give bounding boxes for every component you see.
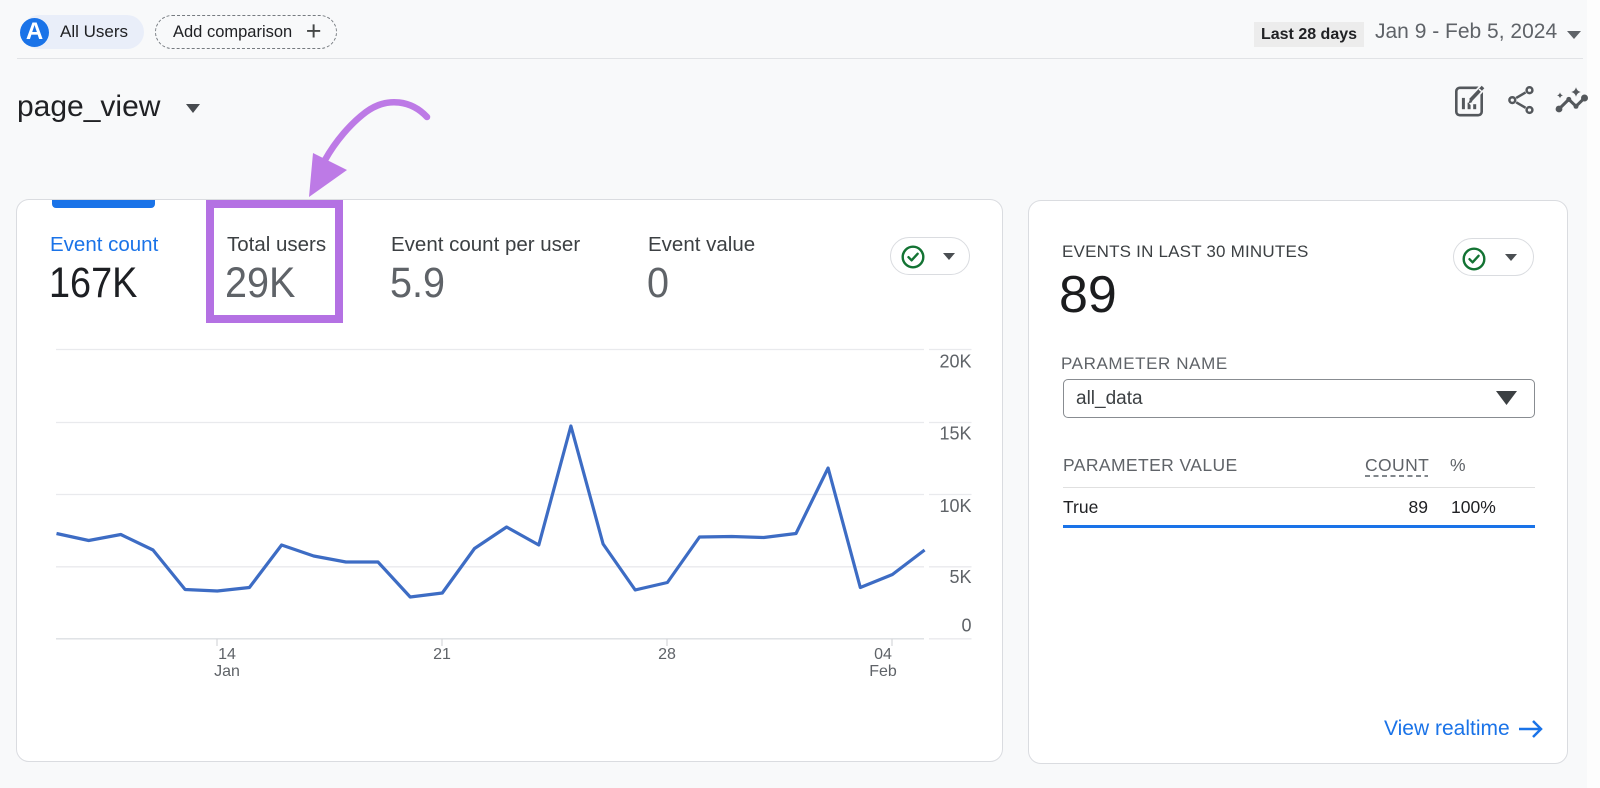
svg-text:28: 28 — [658, 646, 676, 663]
svg-text:04: 04 — [874, 646, 892, 663]
svg-text:0: 0 — [961, 616, 971, 636]
svg-text:Jan: Jan — [214, 663, 240, 680]
svg-text:Feb: Feb — [869, 663, 897, 680]
svg-text:10K: 10K — [939, 496, 971, 516]
svg-text:14: 14 — [218, 646, 236, 663]
svg-text:15K: 15K — [939, 424, 971, 444]
svg-text:5K: 5K — [949, 567, 971, 587]
svg-text:21: 21 — [433, 646, 451, 663]
svg-text:20K: 20K — [939, 352, 971, 372]
